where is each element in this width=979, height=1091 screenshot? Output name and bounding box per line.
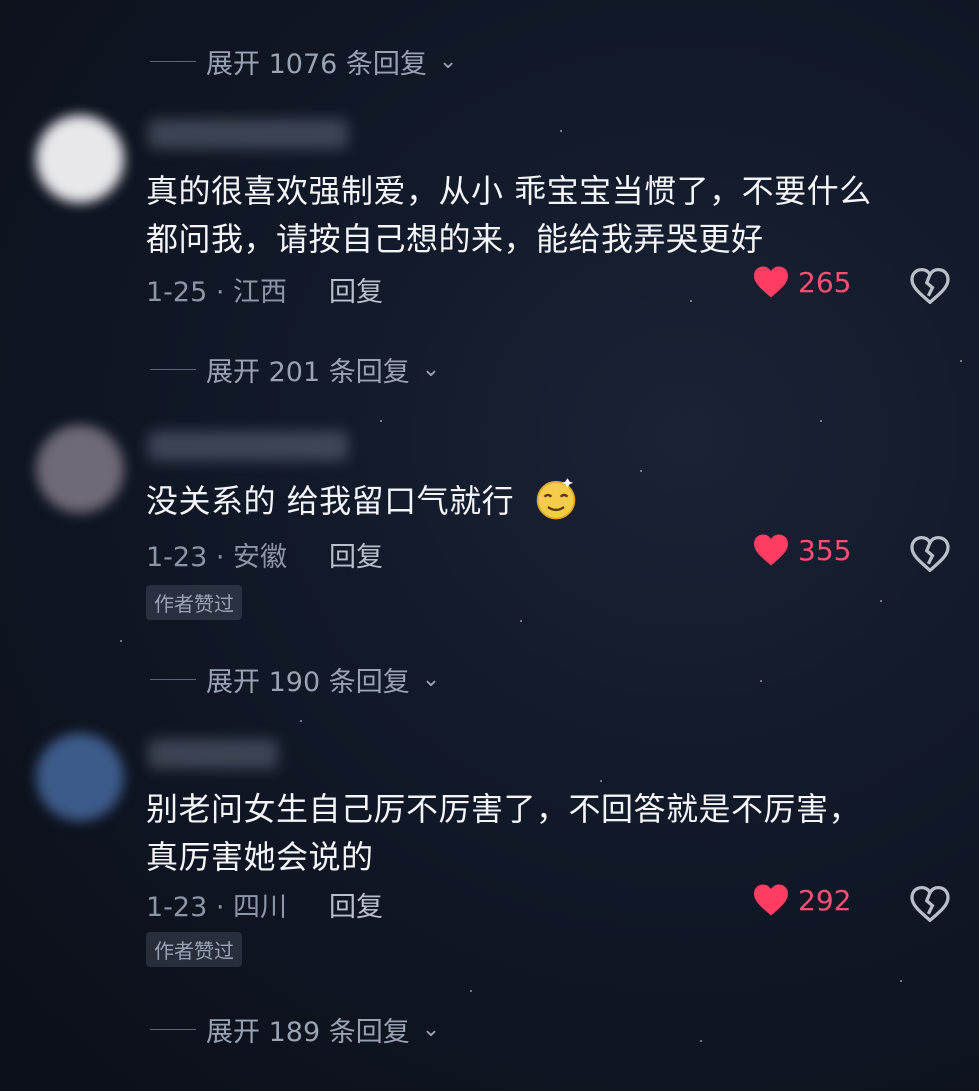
divider-line	[150, 679, 196, 680]
heart-icon	[754, 266, 788, 298]
date-location: 1-23 · 四川	[146, 892, 288, 923]
broken-heart-icon[interactable]	[910, 886, 950, 922]
expand-label: 展开 1076 条回复	[206, 49, 427, 80]
username-blurred[interactable]	[148, 739, 278, 769]
chevron-down-icon: ⌄	[421, 357, 441, 382]
date-location: 1-25 · 江西	[146, 277, 288, 308]
avatar[interactable]	[36, 425, 124, 513]
username-blurred[interactable]	[148, 431, 348, 461]
expand-label: 展开 189 条回复	[206, 1017, 410, 1048]
comment-text-line: 真厉害她会说的	[146, 838, 374, 876]
reply-button[interactable]: 回复	[329, 270, 383, 309]
dizzy-face-emoji-icon	[536, 478, 576, 520]
expand-label: 展开 201 条回复	[206, 357, 410, 388]
reply-button[interactable]: 回复	[329, 885, 383, 924]
divider-line	[150, 369, 196, 370]
comment-text-line: 别老问女生自己厉不厉害了，不回答就是不厉害，	[146, 790, 862, 828]
like-button[interactable]: 292	[752, 883, 851, 917]
expand-replies-1076[interactable]: 展开 1076 条回复 ⌄	[150, 42, 457, 81]
comment-text-line: 都问我，请按自己想的来，能给我弄哭更好	[146, 220, 764, 258]
comment-text: 真的很喜欢强制爱，从小 乖宝宝当惯了，不要什么 都问我，请按自己想的来，能给我弄…	[146, 167, 946, 263]
username-blurred[interactable]	[148, 119, 348, 149]
like-count: 292	[798, 883, 852, 917]
comment-meta: 1-23 · 四川 回复	[146, 885, 383, 924]
heart-icon	[754, 884, 788, 916]
expand-replies-190[interactable]: 展开 190 条回复 ⌄	[150, 660, 440, 699]
date-location: 1-23 · 安徽	[146, 542, 288, 573]
avatar[interactable]	[36, 733, 124, 821]
comment-text: 没关系的 给我留口气就行	[146, 477, 946, 526]
like-count: 355	[798, 533, 852, 567]
comment-text-line: 真的很喜欢强制爱，从小 乖宝宝当惯了，不要什么	[146, 172, 872, 210]
like-button[interactable]: 355	[752, 533, 851, 567]
author-liked-badge: 作者赞过	[146, 585, 242, 620]
comment-text: 别老问女生自己厉不厉害了，不回答就是不厉害， 真厉害她会说的	[146, 785, 946, 881]
heart-icon	[754, 534, 788, 566]
author-liked-badge: 作者赞过	[146, 932, 242, 967]
comment-text-line: 没关系的 给我留口气就行	[146, 482, 515, 520]
divider-line	[150, 61, 196, 62]
like-count: 265	[798, 265, 852, 299]
comment-meta: 1-23 · 安徽 回复	[146, 535, 383, 574]
expand-label: 展开 190 条回复	[206, 667, 410, 698]
broken-heart-icon[interactable]	[910, 268, 950, 304]
reply-button[interactable]: 回复	[329, 535, 383, 574]
divider-line	[150, 1029, 196, 1030]
expand-replies-189[interactable]: 展开 189 条回复 ⌄	[150, 1010, 440, 1049]
like-button[interactable]: 265	[752, 265, 851, 299]
avatar[interactable]	[36, 115, 124, 203]
chevron-down-icon: ⌄	[438, 49, 458, 74]
expand-replies-201[interactable]: 展开 201 条回复 ⌄	[150, 350, 440, 389]
chevron-down-icon: ⌄	[421, 667, 441, 692]
comment-meta: 1-25 · 江西 回复	[146, 270, 383, 309]
chevron-down-icon: ⌄	[421, 1017, 441, 1042]
broken-heart-icon[interactable]	[910, 536, 950, 572]
